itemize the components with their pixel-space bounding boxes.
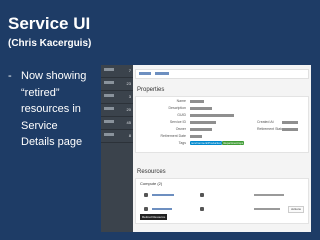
property-value (190, 135, 202, 138)
property-label: Description (168, 106, 186, 110)
bullet-line: Now showing (21, 70, 87, 82)
properties-heading: Properties (137, 87, 165, 93)
sidebar-item[interactable]: 20 (101, 104, 133, 117)
tag-badge[interactable]: /environment/Production (190, 141, 223, 145)
property-value (190, 121, 216, 124)
sidebar-item[interactable]: 23 (101, 78, 133, 91)
property-value (190, 107, 212, 110)
service-details-screenshot: 7 23 3 20 45 8 Properties Name Descripti… (101, 65, 311, 232)
resource-detail (254, 208, 280, 210)
property-value (282, 121, 298, 124)
bullet-line: Service (21, 119, 58, 132)
property-label: Retirement Date (160, 134, 186, 138)
sidebar-item-count: 45 (126, 120, 131, 125)
power-state-icon (200, 193, 204, 197)
vm-icon (144, 207, 148, 211)
retired-resource-tooltip: Retired Resource (140, 214, 168, 220)
sidebar-nav: 7 23 3 20 45 8 (101, 65, 133, 232)
resources-heading: Resources (137, 169, 166, 175)
bullet-line: resources in (21, 103, 81, 115)
resource-detail (254, 194, 284, 196)
sidebar-item[interactable]: 3 (101, 91, 133, 104)
property-value (190, 114, 234, 117)
resource-group-label: Compute (2) (140, 181, 163, 186)
sidebar-item-label (104, 120, 114, 123)
resource-name-link[interactable] (152, 208, 172, 210)
property-label: Retirement State (257, 127, 284, 131)
sidebar-item[interactable]: 8 (101, 130, 133, 143)
resources-panel: Compute (2) Actions Retired Resource (135, 178, 309, 224)
bullet-dash: - (8, 70, 12, 82)
breadcrumb-link[interactable] (139, 72, 151, 75)
sidebar-item[interactable]: 45 (101, 117, 133, 130)
property-label: GUID (177, 113, 186, 117)
bullet-line: “retired” (21, 86, 60, 99)
sidebar-item-label (104, 133, 114, 136)
sidebar-item-count: 8 (128, 133, 131, 138)
sidebar-item-count: 23 (126, 81, 131, 86)
tag-badge[interactable]: /department/ops (222, 141, 245, 145)
power-state-icon (200, 207, 204, 211)
property-label: Service ID (169, 120, 186, 124)
property-value (190, 128, 212, 131)
bullet-line: Details page (21, 136, 83, 148)
property-value (190, 100, 204, 103)
sidebar-item-label (104, 107, 114, 110)
slide-subtitle: (Chris Kacerguis) (8, 38, 92, 49)
sidebar-item[interactable]: 7 (101, 65, 133, 78)
sidebar-item-label (104, 68, 114, 71)
actions-button[interactable]: Actions (288, 206, 304, 213)
sidebar-item-label (104, 94, 114, 97)
property-label: Tags (178, 141, 186, 145)
sidebar-item-count: 7 (128, 68, 131, 73)
vm-icon (144, 193, 148, 197)
breadcrumb-link[interactable] (155, 72, 169, 75)
property-label: Created At (257, 120, 274, 124)
sidebar-item-count: 3 (128, 94, 131, 99)
property-label: Owner (175, 127, 186, 131)
property-value (282, 128, 298, 131)
slide-title: Service UI (8, 14, 91, 33)
sidebar-item-label (104, 81, 114, 84)
sidebar-item-count: 20 (126, 107, 131, 112)
property-label: Name (176, 99, 186, 103)
breadcrumb (135, 69, 309, 79)
resource-row[interactable] (136, 189, 308, 201)
resource-name-link[interactable] (152, 194, 174, 196)
properties-panel: Name Description GUID Service ID Created … (135, 96, 309, 153)
